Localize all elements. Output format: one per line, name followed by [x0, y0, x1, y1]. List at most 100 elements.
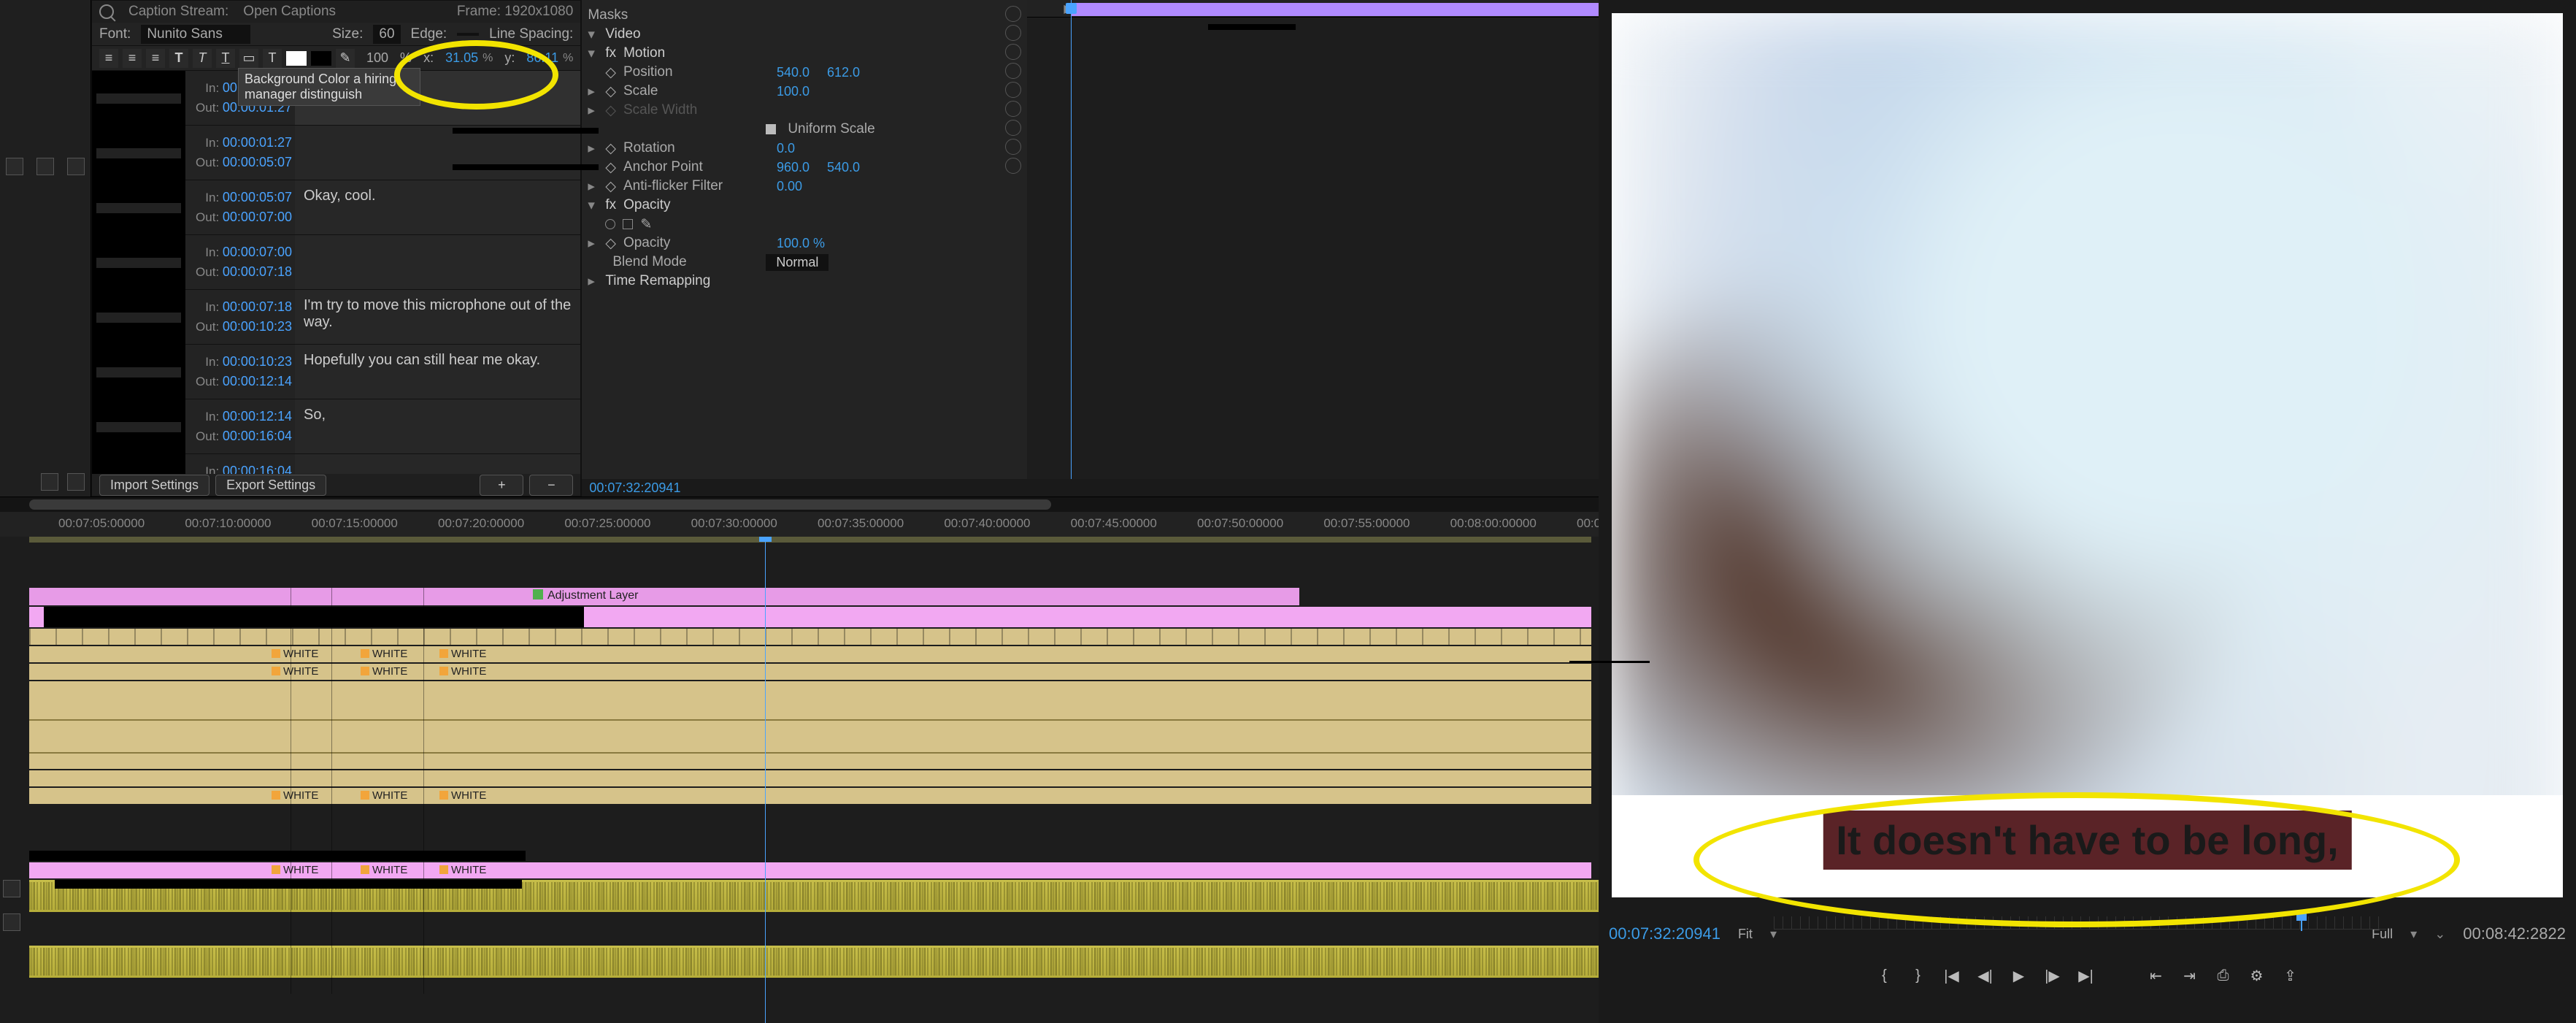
white-clip-label[interactable]: WHITE [437, 646, 495, 661]
go-to-out-icon[interactable]: ▶| [2077, 966, 2096, 985]
caption-row[interactable]: In: 00:00:07:00Out: 00:00:07:18 [92, 235, 580, 290]
step-back-icon[interactable]: ◀| [1976, 966, 1995, 985]
reset-icon[interactable] [1005, 101, 1021, 117]
antiflicker-prop[interactable]: Anti-flicker Filter [623, 178, 769, 194]
timeline-zoom-scrollbar[interactable] [29, 499, 1051, 510]
white-clip-label[interactable]: WHITE [269, 646, 327, 661]
program-monitor[interactable]: It doesn't have to be long, [1612, 13, 2563, 897]
effect-keyframe-timeline[interactable]: ▶ 00:07:20:00000 00:07:40:00000 00:08:00… [1027, 0, 1648, 479]
caption-times[interactable]: In: 00:00:07:18Out: 00:00:10:23 [185, 290, 295, 344]
reset-icon[interactable] [1005, 25, 1021, 41]
timeline-ruler[interactable]: 00:07:05:0000000:07:10:0000000:07:15:000… [0, 512, 1599, 537]
align-center-icon[interactable]: ≡ [123, 49, 142, 68]
monitor-fit[interactable]: Fit [1738, 927, 1753, 942]
edge-value[interactable] [457, 33, 479, 36]
effect-playhead[interactable] [1071, 0, 1072, 479]
settings-icon[interactable]: ⚙ [2248, 966, 2267, 985]
opacity-header[interactable]: Opacity [623, 197, 769, 213]
motion-header[interactable]: Motion [623, 45, 769, 61]
x-value[interactable]: 31.05 [445, 50, 478, 66]
caption-row[interactable]: In: 00:00:16:04Out: 00:00:17:04 [92, 454, 580, 474]
share-icon[interactable]: ⇪ [2281, 966, 2300, 985]
video-header[interactable]: Video [605, 26, 751, 42]
mark-in-icon[interactable]: { [1875, 966, 1894, 985]
bin-icon-grid[interactable] [36, 158, 54, 175]
search-icon[interactable] [99, 4, 114, 19]
scale-prop[interactable]: Scale [623, 83, 769, 99]
caption-text[interactable]: So, [295, 399, 580, 453]
bg-color-swatch[interactable] [311, 51, 331, 66]
caption-text[interactable]: I'm try to move this microphone out of t… [295, 290, 580, 344]
reset-icon[interactable] [1005, 158, 1021, 174]
align-left-icon[interactable]: ≡ [99, 49, 118, 68]
export-frame-icon[interactable]: ⎙ [2214, 966, 2233, 985]
caption-row[interactable]: In: 00:00:01:27Out: 00:00:05:07 [92, 126, 580, 180]
caption-stream-value[interactable]: Open Captions [243, 4, 336, 20]
export-settings-button[interactable]: Export Settings [215, 475, 326, 496]
caption-times[interactable]: In: 00:00:05:07Out: 00:00:07:00 [185, 180, 295, 234]
white-clip-label[interactable]: WHITE [269, 664, 327, 678]
position-prop[interactable]: Position [623, 64, 769, 80]
caption-times[interactable]: In: 00:00:10:23Out: 00:00:12:14 [185, 345, 295, 399]
bold-icon[interactable]: T [169, 49, 188, 68]
white-clip-label[interactable]: WHITE [358, 788, 416, 802]
reset-icon[interactable] [1005, 63, 1021, 79]
reset-icon[interactable] [1005, 82, 1021, 98]
timeline-playhead[interactable] [765, 537, 766, 1023]
search-icon[interactable] [67, 473, 85, 491]
timeline-panel[interactable]: 00:07:05:0000000:07:10:0000000:07:15:000… [0, 497, 1599, 1023]
opacity-value[interactable]: 100 [366, 50, 388, 66]
rotation-prop[interactable]: Rotation [623, 140, 769, 156]
pink-clip-label[interactable]: WHITE [358, 862, 416, 877]
caption-text[interactable] [295, 454, 580, 474]
reset-icon[interactable] [1005, 6, 1021, 22]
remove-caption-button[interactable]: − [529, 475, 573, 496]
bin-icon-list[interactable] [6, 158, 23, 175]
pink-clip-label[interactable]: WHITE [269, 862, 327, 877]
pink-clip-label[interactable]: WHITE [437, 862, 495, 877]
monitor-timecode-left[interactable]: 00:07:32:20941 [1609, 924, 1720, 943]
caption-times[interactable]: In: 00:00:12:14Out: 00:00:16:04 [185, 399, 295, 453]
text-color-swatch[interactable] [286, 51, 307, 66]
add-caption-button[interactable]: + [480, 475, 523, 496]
step-forward-icon[interactable]: |▶ [2043, 966, 2062, 985]
import-settings-button[interactable]: Import Settings [99, 475, 209, 496]
caption-row[interactable]: In: 00:00:05:07Out: 00:00:07:00Okay, coo… [92, 180, 580, 235]
caption-row[interactable]: In: 00:00:10:23Out: 00:00:12:14Hopefully… [92, 345, 580, 399]
bin-icon-freeform[interactable] [67, 158, 85, 175]
font-value[interactable]: Nunito Sans [141, 25, 250, 44]
caption-row[interactable]: In: 00:00:07:18Out: 00:00:10:23I'm try t… [92, 290, 580, 345]
overwrite-icon[interactable]: ⇥ [2180, 966, 2199, 985]
monitor-scrub-bar[interactable] [1774, 916, 2386, 930]
audio-track-2[interactable] [29, 946, 1599, 978]
align-right-icon[interactable]: ≡ [146, 49, 165, 68]
text-tool-icon[interactable]: T [263, 49, 282, 68]
eyedropper-icon[interactable]: ✎ [336, 49, 355, 68]
underline-icon[interactable]: T [216, 49, 235, 68]
size-value[interactable]: 60 [373, 25, 400, 44]
adjustment-layer-clip[interactable]: Adjustment Layer [547, 589, 639, 602]
white-clip-label[interactable]: WHITE [437, 788, 495, 802]
caption-row[interactable]: In: 00:00:12:14Out: 00:00:16:04So, [92, 399, 580, 454]
mark-out-icon[interactable]: } [1909, 966, 1928, 985]
y-value[interactable]: 86.11 [526, 50, 558, 66]
caption-times[interactable]: In: 00:00:16:04Out: 00:00:17:04 [185, 454, 295, 474]
caption-text[interactable] [295, 126, 580, 180]
anchor-prop[interactable]: Anchor Point [623, 159, 769, 175]
caption-times[interactable]: In: 00:00:01:27Out: 00:00:05:07 [185, 126, 295, 180]
timeline-tracks[interactable]: Adjustment Layer WHITE WHITE WHITE WHITE… [0, 537, 1599, 1023]
uniform-scale-checkbox[interactable] [766, 124, 776, 134]
play-icon[interactable]: ▶ [2010, 966, 2029, 985]
reset-icon[interactable] [1005, 44, 1021, 60]
white-clip-label[interactable]: WHITE [358, 664, 416, 678]
white-clip-label[interactable]: WHITE [358, 646, 416, 661]
italic-icon[interactable]: T [193, 49, 212, 68]
caption-text[interactable] [295, 235, 580, 289]
folder-icon[interactable] [41, 473, 58, 491]
caption-text[interactable]: Hopefully you can still hear me okay. [295, 345, 580, 399]
insert-icon[interactable]: ⇤ [2147, 966, 2166, 985]
time-remapping-header[interactable]: Time Remapping [605, 273, 751, 289]
caption-times[interactable]: In: 00:00:07:00Out: 00:00:07:18 [185, 235, 295, 289]
white-clip-label[interactable]: WHITE [437, 664, 495, 678]
effect-current-time[interactable]: 00:07:32:20941 [582, 479, 1648, 497]
